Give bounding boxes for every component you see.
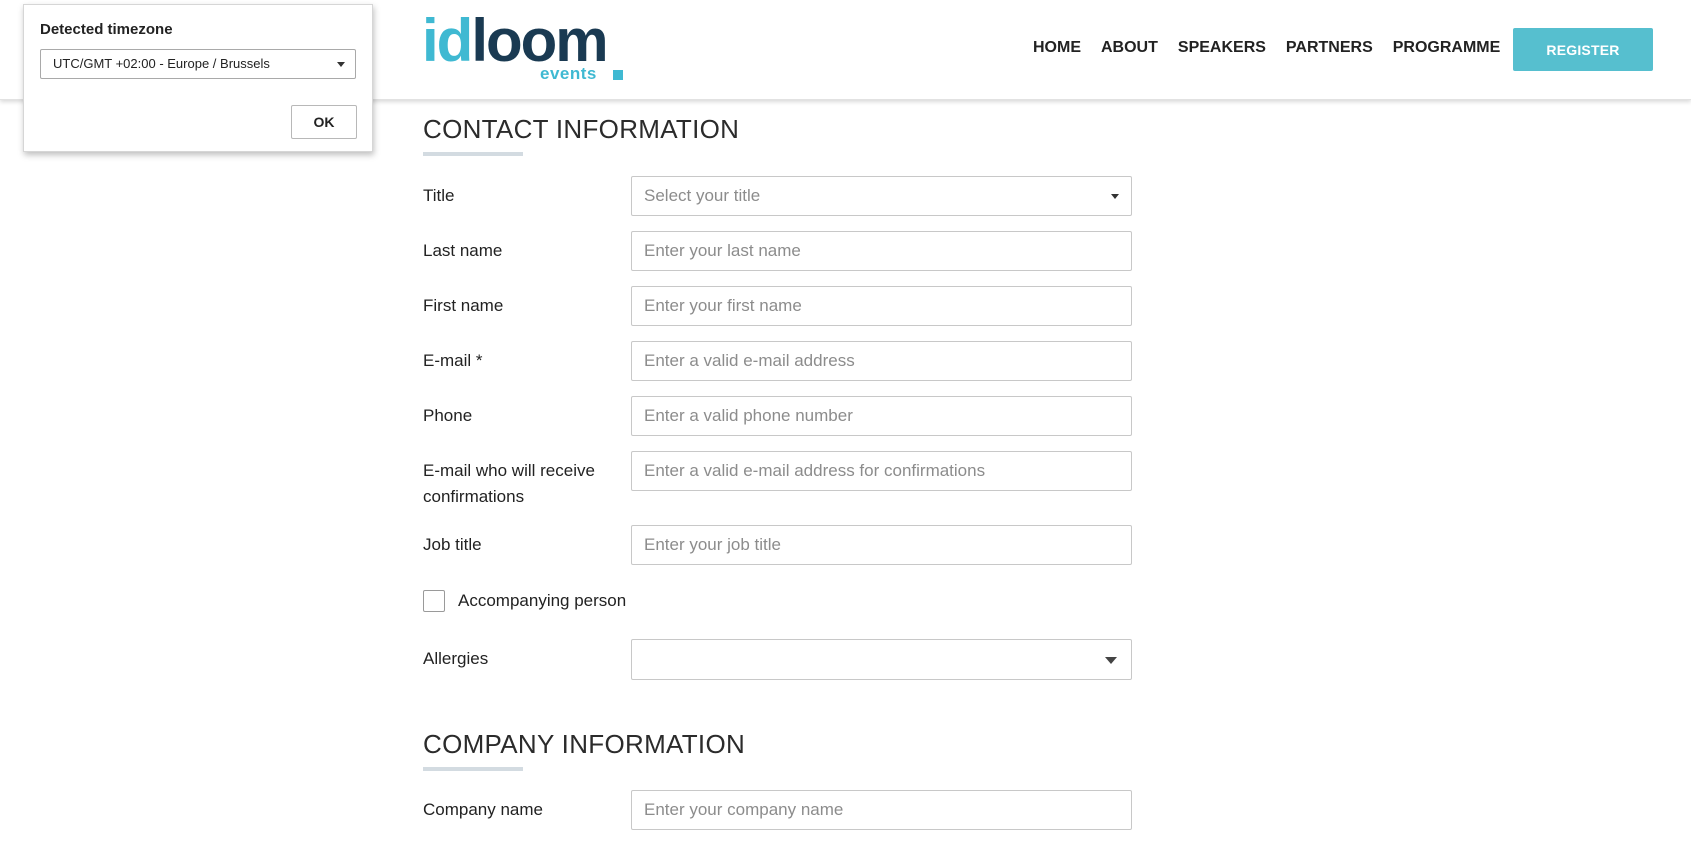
registration-page: idloom events HOME ABOUT SPEAKERS PARTNE… — [0, 0, 1691, 841]
nav-about[interactable]: ABOUT — [1101, 38, 1158, 58]
timezone-selected-value: UTC/GMT +02:00 - Europe / Brussels — [53, 56, 270, 71]
idloom-logo[interactable]: idloom events — [422, 8, 623, 86]
last-name-label: Last name — [423, 241, 503, 260]
email-input[interactable] — [631, 341, 1132, 381]
timezone-popup-title: Detected timezone — [40, 21, 173, 38]
contact-section-divider — [423, 152, 523, 156]
logo-id-text: id — [422, 7, 473, 74]
company-section-divider — [423, 767, 523, 771]
timezone-popup: Detected timezone UTC/GMT +02:00 - Europ… — [23, 4, 373, 152]
email-label: E-mail * — [423, 351, 483, 370]
last-name-input[interactable] — [631, 231, 1132, 271]
logo-square-icon — [613, 70, 623, 80]
company-section-title: COMPANY INFORMATION — [423, 729, 746, 759]
nav-home[interactable]: HOME — [1033, 38, 1081, 58]
first-name-input[interactable] — [631, 286, 1132, 326]
contact-section-title: CONTACT INFORMATION — [423, 114, 740, 144]
accompanying-person-label: Accompanying person — [458, 591, 627, 610]
logo-events-text: events — [540, 64, 597, 83]
title-label: Title — [423, 186, 455, 205]
accompanying-person-checkbox[interactable] — [423, 590, 445, 612]
confirmation-email-label: E-mail who will receive confirmations — [423, 458, 595, 510]
caret-down-icon — [337, 62, 345, 67]
confirmation-email-label-line2: confirmations — [423, 487, 525, 506]
main-nav: HOME ABOUT SPEAKERS PARTNERS PROGRAMME — [1033, 38, 1520, 58]
company-name-label: Company name — [423, 800, 544, 819]
company-name-input[interactable] — [631, 790, 1132, 830]
timezone-ok-button[interactable]: OK — [291, 105, 357, 139]
allergies-label: Allergies — [423, 649, 489, 668]
confirmation-email-label-line1: E-mail who will receive — [423, 461, 595, 480]
phone-label: Phone — [423, 406, 473, 425]
title-select[interactable]: Select your title — [631, 176, 1132, 216]
phone-input[interactable] — [631, 396, 1132, 436]
caret-down-icon — [1105, 657, 1117, 664]
allergies-select[interactable] — [631, 639, 1132, 680]
title-select-placeholder: Select your title — [644, 186, 761, 205]
caret-down-icon — [1111, 194, 1119, 199]
job-title-input[interactable] — [631, 525, 1132, 565]
nav-partners[interactable]: PARTNERS — [1286, 38, 1373, 58]
first-name-label: First name — [423, 296, 504, 315]
nav-programme[interactable]: PROGRAMME — [1393, 38, 1501, 58]
nav-speakers[interactable]: SPEAKERS — [1178, 38, 1266, 58]
register-button[interactable]: REGISTER — [1513, 28, 1653, 71]
confirmation-email-input[interactable] — [631, 451, 1132, 491]
timezone-select[interactable]: UTC/GMT +02:00 - Europe / Brussels — [40, 49, 356, 79]
job-title-label: Job title — [423, 535, 482, 554]
